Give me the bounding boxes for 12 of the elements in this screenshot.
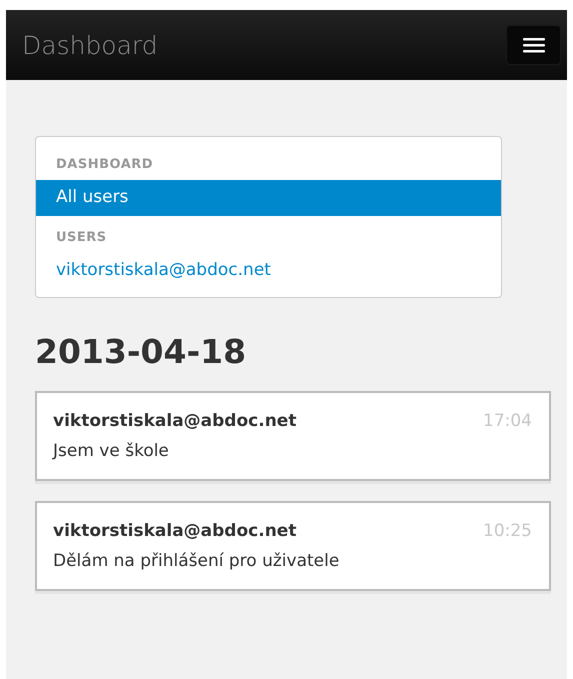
date-heading: 2013-04-18 [35,332,248,371]
nav-header: USERS [55,229,108,247]
menu-button[interactable] [506,25,561,65]
nav-link[interactable]: All users [36,180,501,216]
nav-header: DASHBOARD [55,156,154,174]
brand-title[interactable]: Dashboard [22,30,158,60]
entry-text: Jsem ve škole [53,441,170,461]
menu-icon [522,37,544,53]
entry-text: Dělám na přihlášení pro uživatele [53,551,340,571]
entry-author: viktorstiskala@abdoc.net [53,521,296,541]
nav-link[interactable]: viktorstiskala@abdoc.net [36,253,501,289]
entry-author: viktorstiskala@abdoc.net [53,411,296,431]
